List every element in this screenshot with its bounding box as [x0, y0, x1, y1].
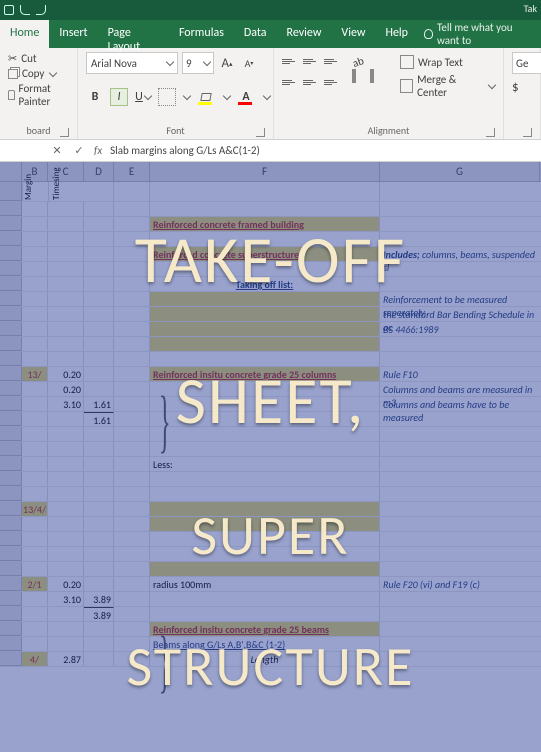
align-top-left[interactable] [282, 52, 300, 70]
orientation-button[interactable]: ab [351, 47, 386, 70]
scissors-icon: ✂ [8, 52, 17, 65]
align-top-center[interactable] [303, 52, 321, 70]
formula-input[interactable]: Slab margins along G/Ls A&C(1-2) [106, 144, 541, 157]
merge-center-button[interactable]: Merge & Center [400, 76, 495, 96]
grid-rows[interactable]: Margin Timesing Reinforced concrete fram… [0, 182, 541, 752]
alignment-group-label: Alignment [282, 122, 495, 139]
formula-bar: ✕ ✓ fx Slab margins along G/Ls A&C(1-2) [0, 140, 541, 162]
tab-review[interactable]: Review [277, 20, 332, 48]
copy-icon [8, 69, 18, 79]
ribbon: ✂Cut Copy Format Painter board Arial Nov… [0, 48, 541, 140]
shrink-font-button[interactable]: A▾ [240, 54, 258, 72]
taking-off-list-heading: Taking off list: [236, 278, 293, 291]
number-group-label [512, 135, 532, 139]
undo-icon[interactable] [20, 5, 30, 15]
tab-formulas[interactable]: Formulas [169, 20, 234, 48]
font-group-label: Font [86, 122, 265, 139]
curly-brace-icon: } [159, 622, 171, 702]
ribbon-tabs: Home Insert Page Layout Formulas Data Re… [0, 20, 541, 48]
list-item [150, 292, 380, 306]
grow-font-button[interactable]: A▴ [218, 54, 236, 72]
col-G[interactable]: G [380, 162, 540, 181]
col-E[interactable]: E [114, 162, 150, 181]
beams-heading: Reinforced insitu concrete grade 25 beam… [153, 623, 329, 636]
tab-view[interactable]: View [331, 20, 375, 48]
document-title-hint: Tak [524, 2, 537, 18]
cut-button[interactable]: ✂Cut [8, 52, 69, 65]
list-item [150, 322, 380, 336]
alignment-grid [282, 52, 342, 91]
title-bar: Tak [0, 0, 541, 20]
redo-icon[interactable] [36, 5, 46, 15]
font-color-button[interactable]: A [236, 88, 256, 106]
lightbulb-icon [424, 29, 433, 39]
tell-me-search[interactable]: Tell me what you want to [418, 20, 541, 48]
fill-color-button[interactable] [196, 88, 216, 106]
decrease-indent-button[interactable] [352, 69, 366, 83]
font-name-combo[interactable]: Arial Nova [86, 52, 178, 74]
font-size-combo[interactable]: 9 [182, 52, 214, 74]
italic-button[interactable]: I [110, 88, 128, 106]
columns-heading: Reinforced insitu concrete grade 25 colu… [153, 368, 336, 381]
tab-home[interactable]: Home [0, 20, 49, 48]
align-bottom-left[interactable] [282, 73, 300, 91]
align-bottom-right[interactable] [324, 73, 342, 91]
accounting-format-button[interactable]: $ [512, 80, 519, 95]
tab-insert[interactable]: Insert [49, 20, 97, 48]
save-icon[interactable] [4, 5, 14, 15]
paintbrush-icon [8, 90, 15, 100]
margin-col-label: Margin [22, 182, 48, 201]
underline-button[interactable]: U [134, 88, 152, 106]
clipboard-group-label: board [8, 122, 69, 139]
list-item [150, 337, 380, 351]
heading-building: Reinforced concrete framed building [153, 218, 304, 231]
format-painter-button[interactable]: Format Painter [8, 82, 69, 108]
tab-help[interactable]: Help [375, 20, 418, 48]
heading-superstructure: Reinforced concrete superstructure [153, 248, 299, 261]
select-all-corner[interactable] [0, 162, 22, 181]
number-format-combo[interactable]: Ge [512, 52, 541, 74]
merge-icon [400, 79, 413, 93]
bold-button[interactable]: B [86, 88, 104, 106]
enter-formula-icon[interactable]: ✓ [70, 142, 88, 160]
align-top-right[interactable] [324, 52, 342, 70]
wrap-text-button[interactable]: Wrap Text [400, 52, 495, 72]
wrap-text-icon [400, 55, 414, 69]
curly-brace-icon: } [159, 382, 171, 462]
tab-data[interactable]: Data [234, 20, 277, 48]
copy-button[interactable]: Copy [8, 67, 69, 80]
tab-page-layout[interactable]: Page Layout [98, 20, 169, 48]
cancel-formula-icon[interactable]: ✕ [48, 142, 66, 160]
increase-indent-button[interactable] [370, 69, 384, 83]
borders-button[interactable] [158, 88, 176, 106]
timesing-col-label: Timesing [48, 182, 84, 201]
column-headers: B C D E F G [0, 162, 541, 182]
tell-me-label: Tell me what you want to [437, 21, 535, 47]
list-item [150, 307, 380, 321]
col-D[interactable]: D [84, 162, 114, 181]
fx-icon[interactable]: fx [94, 144, 102, 157]
bucket-icon [200, 93, 211, 101]
col-F[interactable]: F [150, 162, 380, 181]
align-bottom-center[interactable] [303, 73, 321, 91]
worksheet[interactable]: B C D E F G Margin Timesing Reinforced c… [0, 162, 541, 752]
